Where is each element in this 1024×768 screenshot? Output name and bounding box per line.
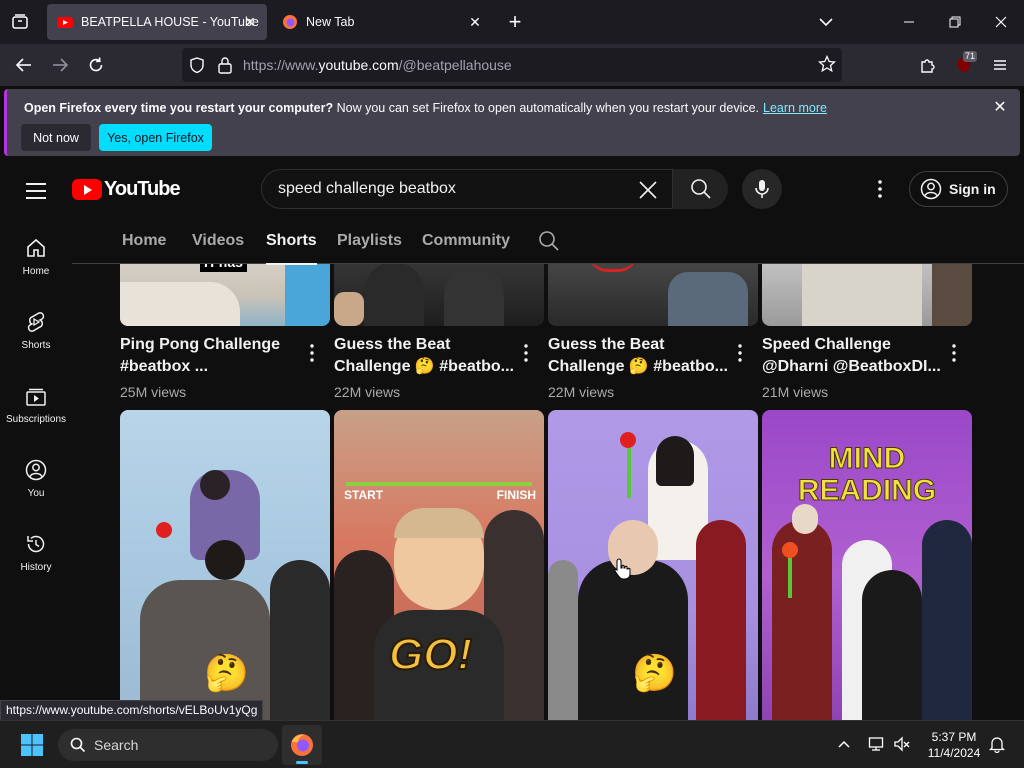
more-actions-icon[interactable] bbox=[300, 341, 324, 365]
more-actions-icon[interactable] bbox=[728, 341, 752, 365]
link-status-url: https://www.youtube.com/shorts/vELBoUv1y… bbox=[0, 700, 264, 721]
list-tabs-chevron-icon[interactable] bbox=[816, 12, 836, 32]
short-title[interactable]: Speed Challenge @Dharni @BeatboxDI... bbox=[762, 334, 952, 378]
app-menu-icon[interactable] bbox=[985, 50, 1015, 80]
back-button[interactable] bbox=[9, 50, 39, 80]
short-views: 25M views bbox=[120, 384, 187, 400]
more-actions-icon[interactable] bbox=[942, 341, 966, 365]
thinking-emoji-overlay: 🤔 bbox=[632, 652, 677, 693]
volume-muted-icon[interactable] bbox=[893, 735, 911, 753]
short-views: 21M views bbox=[762, 384, 829, 400]
shield-icon[interactable] bbox=[188, 56, 206, 74]
tab-new-tab[interactable]: New Tab ✕ bbox=[272, 4, 492, 40]
thinking-emoji-overlay: 🤔 bbox=[204, 652, 249, 693]
short-thumbnail[interactable]: START FINISH GO! bbox=[334, 410, 544, 720]
channel-search-icon[interactable] bbox=[538, 230, 560, 252]
short-title[interactable]: Guess the Beat Challenge 🤔 #beatbo... bbox=[548, 334, 738, 378]
tab-youtube[interactable]: BEATPELLA HOUSE - YouTube ✕ bbox=[47, 4, 267, 40]
tab-community[interactable]: Community bbox=[422, 232, 510, 250]
network-icon[interactable] bbox=[868, 735, 886, 753]
tab-overview-icon[interactable] bbox=[10, 12, 30, 32]
notifications-bell-icon[interactable] bbox=[988, 735, 1006, 754]
yes-open-firefox-button[interactable]: Yes, open Firefox bbox=[99, 124, 212, 151]
youtube-favicon-icon bbox=[57, 17, 73, 28]
finish-label: FINISH bbox=[496, 488, 536, 502]
not-now-button[interactable]: Not now bbox=[21, 124, 91, 151]
short-thumbnail[interactable]: 🤔 bbox=[120, 410, 330, 720]
more-actions-icon[interactable] bbox=[514, 341, 538, 365]
ublock-extension-icon[interactable]: 71 bbox=[949, 50, 979, 80]
short-title[interactable]: Ping Pong Challenge #beatbox ... bbox=[120, 334, 310, 378]
reading-overlay: READING bbox=[797, 474, 937, 508]
close-tab-icon[interactable]: ✕ bbox=[466, 13, 484, 31]
close-window-button[interactable] bbox=[978, 0, 1024, 44]
system-clock[interactable]: 5:37 PM 11/4/2024 bbox=[922, 729, 986, 761]
start-label: START bbox=[344, 488, 384, 502]
close-tab-icon[interactable]: ✕ bbox=[241, 13, 259, 31]
lock-icon[interactable] bbox=[217, 56, 233, 74]
windows-start-icon[interactable] bbox=[20, 733, 44, 757]
short-views: 22M views bbox=[548, 384, 615, 400]
minimize-window-button[interactable] bbox=[886, 0, 932, 44]
close-notification-icon[interactable]: ✕ bbox=[990, 98, 1010, 118]
channel-tabs: Home Videos Shorts Playlists Community bbox=[72, 218, 1024, 265]
tab-shorts[interactable]: Shorts bbox=[266, 232, 317, 265]
taskbar-firefox-icon[interactable] bbox=[282, 725, 322, 765]
show-hidden-icons-chevron-icon[interactable] bbox=[836, 737, 852, 753]
restore-window-button[interactable] bbox=[932, 0, 978, 44]
short-thumbnail[interactable]: MIND READING bbox=[762, 410, 972, 720]
extension-badge: 71 bbox=[963, 51, 978, 62]
notification-message: Open Firefox every time you restart your… bbox=[24, 101, 827, 115]
reload-button[interactable] bbox=[81, 50, 111, 80]
youtube-page: YouTube Sign in Home Shorts Subs bbox=[0, 162, 1024, 720]
address-bar-url[interactable]: https://www.youtube.com/@beatpellahouse bbox=[243, 57, 512, 73]
tab-title: BEATPELLA HOUSE - YouTube bbox=[81, 15, 259, 29]
learn-more-link[interactable]: Learn more bbox=[763, 101, 827, 115]
go-overlay: GO! bbox=[388, 629, 473, 680]
taskbar-search[interactable]: Search bbox=[58, 729, 278, 761]
bookmark-star-icon[interactable] bbox=[818, 55, 836, 73]
firefox-favicon-icon bbox=[283, 15, 297, 29]
tab-home[interactable]: Home bbox=[122, 232, 166, 250]
hand-cursor-icon bbox=[614, 558, 631, 580]
new-tab-button[interactable]: + bbox=[504, 8, 526, 36]
search-icon bbox=[70, 737, 86, 753]
forward-button[interactable] bbox=[45, 50, 75, 80]
tab-playlists[interactable]: Playlists bbox=[337, 232, 402, 250]
firefox-notification-bar: Open Firefox every time you restart your… bbox=[4, 89, 1020, 156]
browser-tab-bar: BEATPELLA HOUSE - YouTube ✕ New Tab ✕ + bbox=[0, 0, 1024, 44]
tab-videos[interactable]: Videos bbox=[192, 232, 244, 250]
short-title[interactable]: Guess the Beat Challenge 🤔 #beatbo... bbox=[334, 334, 524, 378]
mind-overlay: MIND bbox=[828, 442, 906, 476]
tab-title: New Tab bbox=[306, 15, 355, 29]
extensions-icon[interactable] bbox=[913, 50, 943, 80]
short-thumbnail[interactable]: 🤔 bbox=[548, 410, 758, 720]
windows-taskbar: Search 5:37 PM 11/4/2024 bbox=[0, 720, 1024, 768]
short-views: 22M views bbox=[334, 384, 401, 400]
